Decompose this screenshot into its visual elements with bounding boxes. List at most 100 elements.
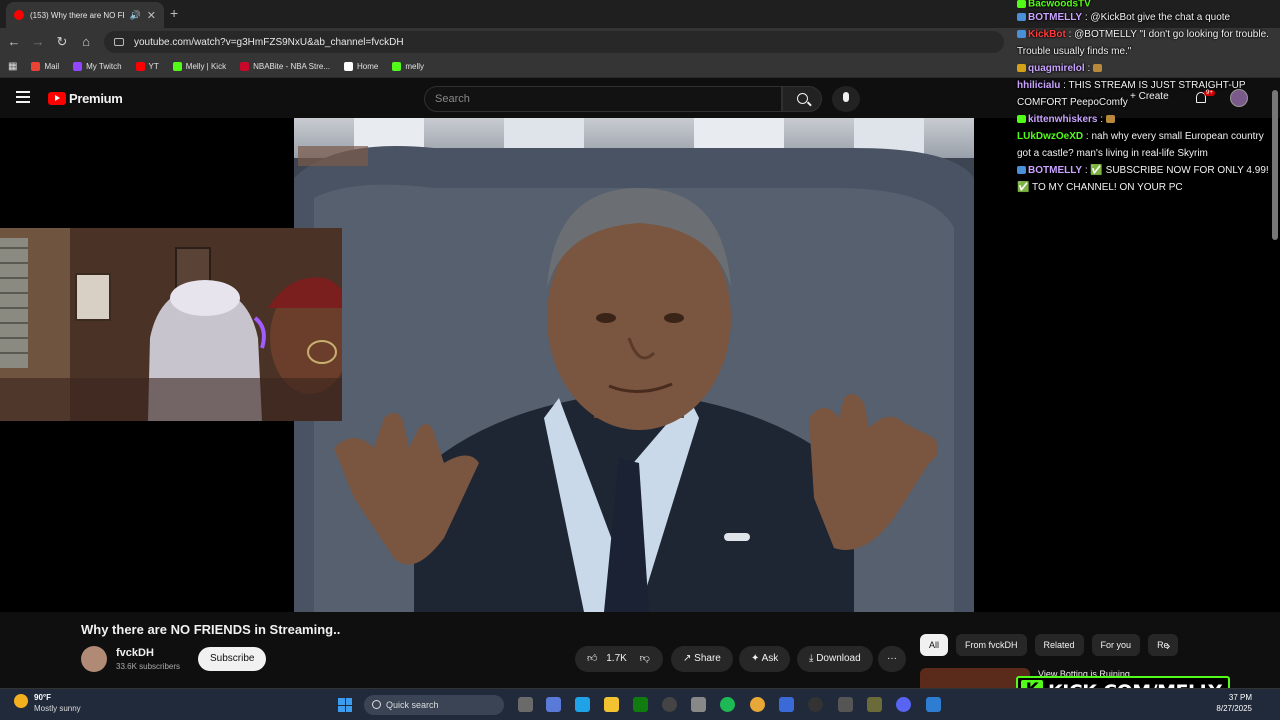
chevron-right-icon[interactable]: › — [1166, 638, 1170, 653]
subscribe-button[interactable]: Subscribe — [198, 647, 267, 671]
bookmark-x-home[interactable]: Home — [344, 62, 378, 71]
site-info-icon[interactable] — [114, 38, 124, 46]
bookmark-yt[interactable]: YT — [135, 62, 159, 71]
windows-start-icon[interactable] — [338, 698, 352, 712]
media-player-icon[interactable] — [808, 697, 823, 712]
youtube-play-icon — [48, 92, 66, 105]
mic-icon[interactable] — [832, 86, 860, 112]
share-icon: ↗ — [683, 653, 692, 664]
bookmark-mail[interactable]: Mail — [31, 62, 59, 71]
bookmark-nbabite[interactable]: NBABite - NBA Stre... — [240, 62, 330, 71]
weather-temp[interactable]: 90°F — [34, 693, 51, 702]
screen: (153) Why there are NO FRI 🔊 ✕ + ← → ↻ ⌂… — [0, 0, 1280, 720]
chat-message: BOTMELLY : @KickBot give the chat a quot… — [1014, 9, 1280, 26]
kick-icon — [392, 62, 402, 71]
subscriber-count: 33.6K subscribers — [116, 662, 181, 671]
chip-from-channel[interactable]: From fvckDH — [956, 634, 1027, 656]
apps-grid-icon[interactable]: ▦ — [8, 61, 17, 72]
discord-icon[interactable] — [896, 697, 911, 712]
thumbs-up-icon[interactable]: 👍︎ — [587, 653, 597, 664]
bookmark-twitch[interactable]: My Twitch — [73, 62, 122, 71]
chrome-icon[interactable] — [750, 697, 765, 712]
more-actions-button[interactable]: ··· — [878, 646, 906, 672]
recommended-thumbnail[interactable] — [920, 668, 1030, 688]
bot-badge-icon — [1017, 166, 1026, 175]
emote-icon — [1105, 115, 1115, 124]
edge-icon[interactable] — [575, 697, 590, 712]
search-input[interactable]: Search — [424, 86, 782, 112]
taskbar-clock[interactable]: 37 PM — [1212, 693, 1252, 702]
copilot-icon[interactable] — [546, 697, 561, 712]
chat-badge-icon — [1017, 0, 1026, 8]
chip-all[interactable]: All — [920, 634, 949, 656]
new-tab-icon[interactable]: + — [170, 5, 178, 21]
chip-recent[interactable]: Re — [1148, 634, 1179, 656]
chat-message: kittenwhiskers : — [1014, 111, 1280, 128]
youtube-logo[interactable]: Premium — [48, 91, 123, 106]
chip-for-you[interactable]: For you — [1091, 634, 1141, 656]
chat-message: hhilicialu : THIS STREAM IS JUST STRAIGH… — [1017, 80, 1246, 108]
address-bar[interactable]: youtube.com/watch?v=g3HmFZS9NxU&ab_chann… — [104, 31, 1004, 53]
spotify-icon[interactable] — [720, 697, 735, 712]
chat-message: KickBot : @BOTMELLY "I don't go looking … — [1017, 29, 1269, 57]
video-title: Why there are NO FRIENDS in Streaming.. — [81, 622, 341, 637]
reload-icon[interactable]: ↻ — [54, 34, 70, 50]
recommendation-chips: All From fvckDH Related For you Re — [920, 634, 1179, 656]
youtube-icon — [135, 62, 145, 71]
channel-name[interactable]: fvckDH — [116, 647, 154, 659]
youtube-favicon-icon — [14, 10, 24, 20]
like-dislike-group: 👍︎ 1.7K 👎︎ — [575, 646, 663, 672]
weather-condition[interactable]: Mostly sunny — [34, 704, 81, 713]
bot-badge-icon — [1017, 30, 1026, 39]
tab-title: (153) Why there are NO FRI — [30, 10, 124, 20]
chip-related[interactable]: Related — [1034, 634, 1084, 656]
twitch-icon — [73, 62, 83, 71]
store-icon[interactable] — [691, 697, 706, 712]
bookmark-kick[interactable]: Melly | Kick — [172, 62, 226, 71]
xbox-icon[interactable] — [633, 697, 648, 712]
app-icon[interactable] — [926, 697, 941, 712]
address-text: youtube.com/watch?v=g3HmFZS9NxU&ab_chann… — [134, 36, 404, 48]
bot-badge-icon — [1017, 13, 1026, 22]
video-player[interactable] — [294, 118, 974, 612]
chat-badge-icon — [1017, 64, 1026, 73]
ask-button[interactable]: ✦ Ask — [739, 646, 791, 672]
chat-message: BacwoodsTV — [1014, 0, 1280, 9]
chat-message: BOTMELLY : ✅ SUBSCRIBE NOW FOR ONLY 4.99… — [1017, 165, 1269, 193]
bookmark-melly[interactable]: melly — [392, 62, 424, 71]
browser-tab[interactable]: (153) Why there are NO FRI 🔊 ✕ — [6, 2, 164, 28]
kick-icon — [172, 62, 182, 71]
webcam-frame — [0, 228, 342, 421]
nba-icon — [240, 62, 250, 71]
close-tab-icon[interactable]: ✕ — [147, 9, 156, 22]
file-explorer-icon[interactable] — [604, 697, 619, 712]
video-frame — [294, 118, 974, 612]
weather-sun-icon[interactable] — [14, 694, 28, 708]
forward-icon[interactable]: → — [30, 34, 46, 49]
channel-avatar[interactable] — [81, 646, 107, 672]
download-button[interactable]: ⤓ Download — [797, 646, 873, 672]
app-icon[interactable] — [838, 697, 853, 712]
chat-message: LUkDwzOeXD : nah why every small Europea… — [1017, 131, 1264, 159]
app-icon[interactable] — [779, 697, 794, 712]
app-icon[interactable] — [867, 697, 882, 712]
taskbar-date[interactable]: 8/27/2025 — [1212, 704, 1252, 713]
share-button[interactable]: ↗ Share — [671, 646, 733, 672]
chat-badge-icon — [1017, 115, 1026, 124]
stream-chat-overlay: BacwoodsTV BOTMELLY : @KickBot give the … — [1014, 0, 1280, 200]
task-view-icon[interactable] — [518, 697, 533, 712]
mail-icon — [31, 62, 41, 71]
back-icon[interactable]: ← — [6, 34, 22, 49]
thumbs-down-icon[interactable]: 👎︎ — [640, 653, 650, 664]
like-count[interactable]: 1.7K — [606, 653, 627, 664]
search-icon[interactable] — [782, 86, 822, 112]
x-logo-icon — [344, 62, 354, 71]
settings-icon[interactable] — [662, 697, 677, 712]
menu-icon[interactable] — [16, 91, 30, 103]
speaker-icon[interactable]: 🔊 — [130, 10, 141, 21]
taskbar-search[interactable]: Quick search — [364, 695, 504, 715]
emote-icon — [1093, 64, 1103, 73]
download-icon: ⤓ — [809, 653, 814, 664]
home-icon[interactable]: ⌂ — [78, 34, 94, 49]
page-scrollbar[interactable] — [1272, 90, 1278, 240]
